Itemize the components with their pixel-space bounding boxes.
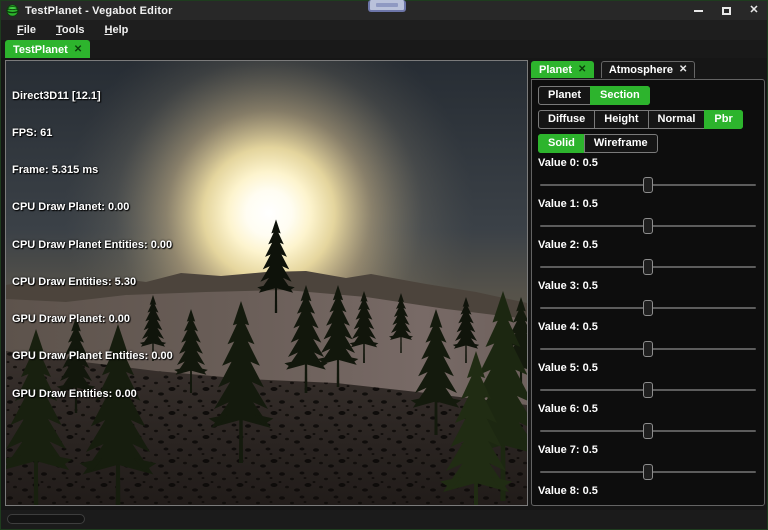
slider-value-5[interactable] [538, 382, 758, 398]
slider-thumb[interactable] [643, 177, 653, 193]
map-diffuse-button[interactable]: Diffuse [538, 110, 596, 129]
slider-thumb[interactable] [643, 218, 653, 234]
dock-tab-planet-close-icon[interactable]: ✕ [578, 65, 586, 75]
slider-value-2[interactable] [538, 259, 758, 275]
slider-label-value-4: Value 4: 0.5 [538, 321, 598, 333]
stat-line: CPU Draw Entities: 5.30 [12, 275, 137, 288]
slider-label-value-3: Value 3: 0.5 [538, 280, 598, 292]
properties-dock: Planet ✕ Atmosphere ✕ Export ✕ PlanetSec… [531, 60, 765, 506]
map-toggle-group: Diffuse Height Normal Pbr [538, 109, 758, 129]
tab-testplanet-label: TestPlanet [13, 43, 68, 56]
document-tab-bar: TestPlanet ✕ [1, 40, 767, 58]
slider-label-value-7: Value 7: 0.5 [538, 444, 598, 456]
slider-thumb[interactable] [643, 464, 653, 480]
app-logo-icon [6, 4, 19, 17]
dock-tab-planet[interactable]: Planet ✕ [531, 61, 595, 78]
minimize-icon [693, 9, 703, 12]
slider-value-7[interactable] [538, 464, 758, 480]
dock-tab-atmosphere-close-icon[interactable]: ✕ [679, 65, 687, 75]
tab-testplanet[interactable]: TestPlanet ✕ [5, 40, 91, 58]
slider-value-1[interactable] [538, 218, 758, 234]
slider-value-0[interactable] [538, 177, 758, 193]
slider-thumb[interactable] [643, 423, 653, 439]
slider-label-value-5: Value 5: 0.5 [538, 362, 598, 374]
menu-help[interactable]: Help [97, 21, 137, 39]
minimize-button[interactable] [691, 4, 705, 18]
slider-block-value-2: Value 2: 0.5 [538, 239, 758, 275]
slider-block-value-4: Value 4: 0.5 [538, 321, 758, 357]
main-content: Direct3D11 [12.1] FPS: 61 Frame: 5.315 m… [1, 58, 767, 510]
status-bar [1, 510, 767, 529]
stat-line: FPS: 61 [12, 127, 53, 140]
render-stats-overlay: Direct3D11 [12.1] FPS: 61 Frame: 5.315 m… [12, 65, 173, 425]
map-pbr-button[interactable]: Pbr [704, 110, 743, 129]
mode-toggle-group: Planet Section [538, 85, 758, 105]
snap-handle-grip [376, 3, 398, 7]
stat-line: CPU Draw Planet Entities: 0.00 [12, 238, 173, 251]
tab-testplanet-close-icon[interactable]: ✕ [74, 44, 82, 55]
slider-thumb[interactable] [643, 341, 653, 357]
map-normal-button[interactable]: Normal [647, 110, 706, 129]
slider-value-8[interactable] [538, 505, 758, 506]
slider-value-3[interactable] [538, 300, 758, 316]
slider-thumb[interactable] [643, 505, 653, 506]
menu-bar: File Tools Help [1, 20, 767, 40]
close-icon: ✕ [749, 4, 759, 16]
vegabot-editor-window: { "ui": { "close_glyph": "✕" }, "window"… [0, 0, 768, 530]
slider-label-value-0: Value 0: 0.5 [538, 157, 598, 169]
stat-line: Direct3D11 [12.1] [12, 89, 101, 102]
slider-thumb[interactable] [643, 300, 653, 316]
mode-section-button[interactable]: Section [590, 86, 650, 105]
stat-line: GPU Draw Planet: 0.00 [12, 313, 130, 326]
dock-tab-atmosphere[interactable]: Atmosphere ✕ [600, 61, 696, 78]
slider-block-value-6: Value 6: 0.5 [538, 403, 758, 439]
slider-value-4[interactable] [538, 341, 758, 357]
slider-block-value-8: Value 8: 0.5 [538, 485, 758, 506]
close-button[interactable]: ✕ [747, 4, 761, 18]
slider-block-value-7: Value 7: 0.5 [538, 444, 758, 480]
slider-block-value-3: Value 3: 0.5 [538, 280, 758, 316]
slider-thumb[interactable] [643, 259, 653, 275]
slider-block-value-0: Value 0: 0.5 [538, 157, 758, 193]
slider-block-value-1: Value 1: 0.5 [538, 198, 758, 234]
slider-value-6[interactable] [538, 423, 758, 439]
3d-viewport[interactable]: Direct3D11 [12.1] FPS: 61 Frame: 5.315 m… [5, 60, 528, 506]
planet-panel-body: Planet Section Diffuse Height Normal Pbr Sol… [531, 79, 765, 506]
slider-label-value-1: Value 1: 0.5 [538, 198, 598, 210]
progress-bar [7, 514, 85, 524]
maximize-icon [721, 6, 731, 15]
stat-line: GPU Draw Entities: 0.00 [12, 387, 137, 400]
menu-file[interactable]: File [9, 21, 44, 39]
snap-layout-handle[interactable] [368, 0, 406, 12]
mode-planet-button[interactable]: Planet [538, 86, 592, 105]
stat-line: CPU Draw Planet: 0.00 [12, 201, 130, 214]
stat-line: GPU Draw Planet Entities: 0.00 [12, 350, 173, 363]
dock-tab-planet-label: Planet [539, 64, 573, 76]
slider-label-value-8: Value 8: 0.5 [538, 485, 598, 497]
render-wireframe-button[interactable]: Wireframe [583, 134, 658, 153]
slider-label-value-2: Value 2: 0.5 [538, 239, 598, 251]
dock-tab-bar: Planet ✕ Atmosphere ✕ Export ✕ [531, 60, 765, 96]
maximize-button[interactable] [719, 4, 733, 18]
render-solid-button[interactable]: Solid [538, 134, 585, 153]
map-height-button[interactable]: Height [594, 110, 649, 129]
menu-tools[interactable]: Tools [48, 21, 93, 39]
render-mode-toggle-group: Solid Wireframe [538, 133, 758, 153]
slider-label-value-6: Value 6: 0.5 [538, 403, 598, 415]
slider-block-value-5: Value 5: 0.5 [538, 362, 758, 398]
stat-line: Frame: 5.315 ms [12, 164, 99, 177]
window-title: TestPlanet - Vegabot Editor [25, 4, 173, 17]
dock-tab-atmosphere-label: Atmosphere [608, 64, 674, 76]
slider-thumb[interactable] [643, 382, 653, 398]
